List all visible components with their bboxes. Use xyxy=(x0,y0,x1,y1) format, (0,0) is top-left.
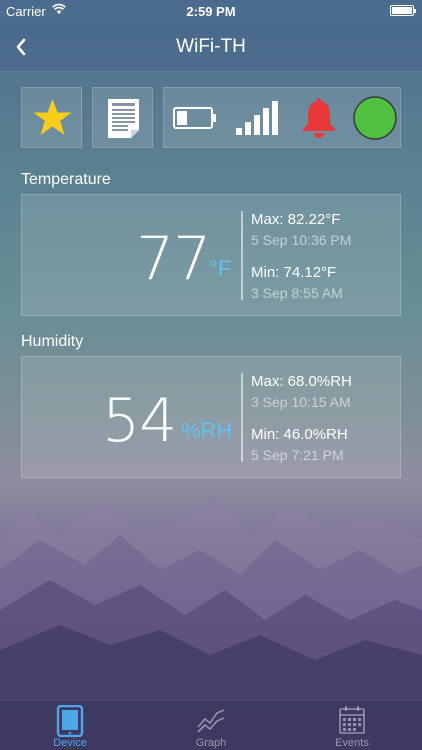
status-time: 2:59 PM xyxy=(186,4,236,19)
battery-status-icon xyxy=(390,5,416,16)
tab-graph-label: Graph xyxy=(195,737,227,749)
report-button[interactable] xyxy=(92,87,153,148)
graph-icon xyxy=(197,709,225,733)
temperature-label: Temperature xyxy=(21,171,111,188)
battery-icon xyxy=(173,107,216,129)
page-title: WiFi-TH xyxy=(176,36,246,57)
humidity-max-time: 3 Sep 10:15 AM xyxy=(251,394,351,410)
mountain-background xyxy=(0,495,422,700)
device-status-panel xyxy=(163,87,401,148)
tablet-icon xyxy=(56,705,84,737)
navigation-bar: WiFi-TH xyxy=(0,22,422,72)
tab-graph[interactable]: Graph xyxy=(141,701,281,750)
temperature-max: Max: 82.22°F xyxy=(251,211,341,228)
tab-events-label: Events xyxy=(335,737,369,749)
temperature-max-time: 5 Sep 10:36 PM xyxy=(251,232,352,248)
tab-bar: Device Graph Events xyxy=(0,700,422,750)
humidity-min-time: 5 Sep 7:21 PM xyxy=(251,447,344,463)
temperature-card: 77 °F Max: 82.22°F 5 Sep 10:36 PM Min: 7… xyxy=(21,194,401,316)
favorite-button[interactable] xyxy=(21,87,82,148)
online-status-icon xyxy=(353,96,397,140)
tab-device[interactable]: Device xyxy=(0,701,140,750)
humidity-divider xyxy=(241,373,243,462)
calendar-icon xyxy=(339,706,365,734)
temperature-unit: °F xyxy=(209,256,232,281)
bell-icon[interactable] xyxy=(299,97,339,139)
humidity-value: 54 xyxy=(102,386,177,456)
tab-events[interactable]: Events xyxy=(282,701,422,750)
document-icon xyxy=(108,99,139,138)
temperature-min-time: 3 Sep 8:55 AM xyxy=(251,285,343,301)
humidity-min: Min: 46.0%RH xyxy=(251,426,348,443)
star-icon xyxy=(33,99,72,135)
temperature-min: Min: 74.12°F xyxy=(251,264,337,281)
humidity-max: Max: 68.0%RH xyxy=(251,373,352,390)
status-bar: Carrier 2:59 PM xyxy=(0,0,422,22)
temperature-value: 77 xyxy=(136,224,211,294)
signal-icon xyxy=(236,101,278,135)
temperature-divider xyxy=(241,211,243,300)
humidity-unit: %RH xyxy=(181,418,233,443)
humidity-label: Humidity xyxy=(21,333,84,350)
tab-device-label: Device xyxy=(53,737,87,749)
humidity-card: 54 %RH Max: 68.0%RH 3 Sep 10:15 AM Min: … xyxy=(21,356,401,478)
